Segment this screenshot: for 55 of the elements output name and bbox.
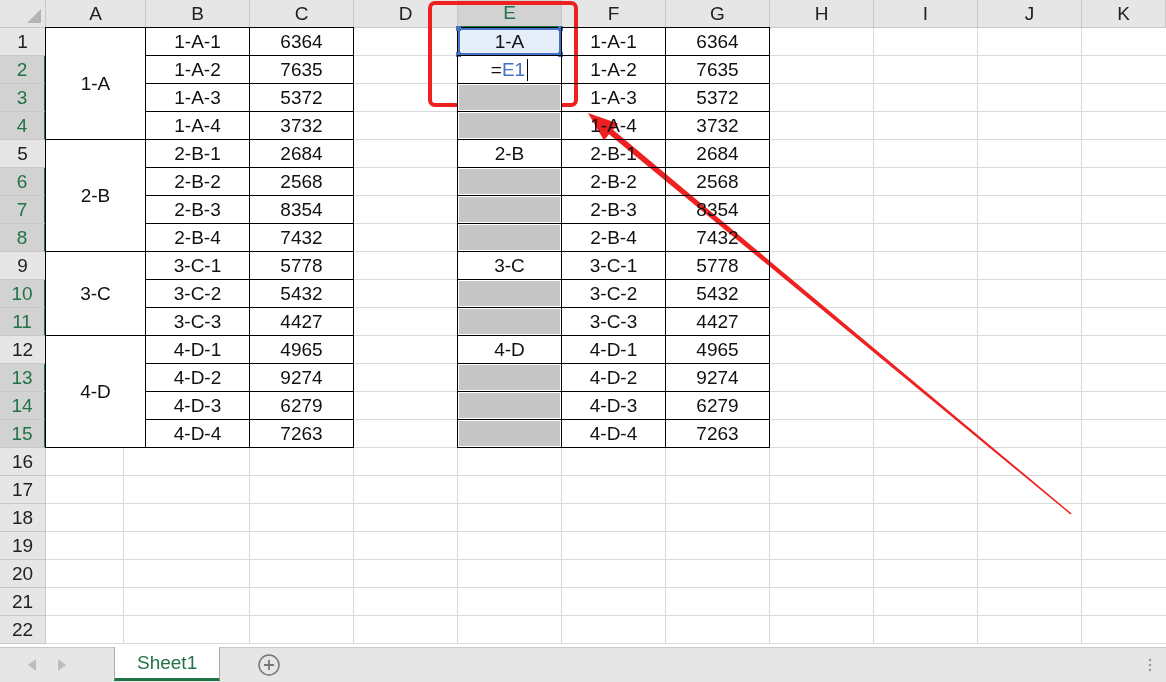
row-header[interactable]: 13	[0, 364, 46, 392]
row-header[interactable]: 1	[0, 28, 46, 56]
row-header[interactable]: 18	[0, 504, 46, 532]
row-header[interactable]: 14	[0, 392, 46, 420]
selected-cell[interactable]	[457, 419, 562, 448]
column-header[interactable]: B	[146, 0, 250, 28]
sheet-tab[interactable]: Sheet1	[114, 647, 221, 681]
column-header[interactable]: D	[354, 0, 458, 28]
row-header[interactable]: 7	[0, 196, 46, 224]
referenced-cell[interactable]: 1-A	[457, 27, 562, 56]
selected-cell[interactable]	[457, 307, 562, 336]
row-header[interactable]: 3	[0, 84, 46, 112]
row-header[interactable]: 11	[0, 308, 46, 336]
row-header[interactable]: 20	[0, 560, 46, 588]
table-cell: 3-C	[45, 251, 146, 336]
selected-cell[interactable]	[457, 83, 562, 112]
row-header[interactable]: 22	[0, 616, 46, 644]
table-cell: 4-D	[45, 335, 146, 448]
row-header[interactable]: 2	[0, 56, 46, 84]
selected-cell[interactable]	[457, 111, 562, 140]
column-header[interactable]: F	[562, 0, 666, 28]
row-header[interactable]: 16	[0, 448, 46, 476]
row-header[interactable]: 10	[0, 280, 46, 308]
table-cell: 6364	[665, 27, 770, 56]
column-header[interactable]: A	[46, 0, 146, 28]
row-header[interactable]: 6	[0, 168, 46, 196]
row-header[interactable]: 8	[0, 224, 46, 252]
row-header[interactable]: 4	[0, 112, 46, 140]
column-header[interactable]: J	[978, 0, 1082, 28]
row-header[interactable]: 12	[0, 336, 46, 364]
row-header[interactable]: 21	[0, 588, 46, 616]
row-header[interactable]: 5	[0, 140, 46, 168]
selected-cell[interactable]	[457, 223, 562, 252]
triangle-icon	[27, 9, 41, 23]
row-header[interactable]: 15	[0, 420, 46, 448]
column-header[interactable]: I	[874, 0, 978, 28]
column-header[interactable]: H	[770, 0, 874, 28]
selected-cell[interactable]	[457, 391, 562, 420]
table-cell: 7263	[249, 419, 354, 448]
column-header[interactable]: G	[666, 0, 770, 28]
row-header[interactable]: 19	[0, 532, 46, 560]
table-cell: 6364	[249, 27, 354, 56]
table-cell: 2-B	[45, 139, 146, 252]
table-cell: 1-A	[45, 27, 146, 140]
selected-cell[interactable]	[457, 363, 562, 392]
add-sheet-icon[interactable]	[258, 654, 281, 676]
selected-cell[interactable]	[457, 279, 562, 308]
column-header[interactable]: K	[1082, 0, 1166, 28]
column-header[interactable]: C	[250, 0, 354, 28]
selected-cell[interactable]	[457, 167, 562, 196]
table-cell: 1-A-1	[561, 27, 666, 56]
table-cell: 7263	[665, 419, 770, 448]
row-header[interactable]: 9	[0, 252, 46, 280]
selected-cell[interactable]	[457, 195, 562, 224]
row-header[interactable]: 17	[0, 476, 46, 504]
